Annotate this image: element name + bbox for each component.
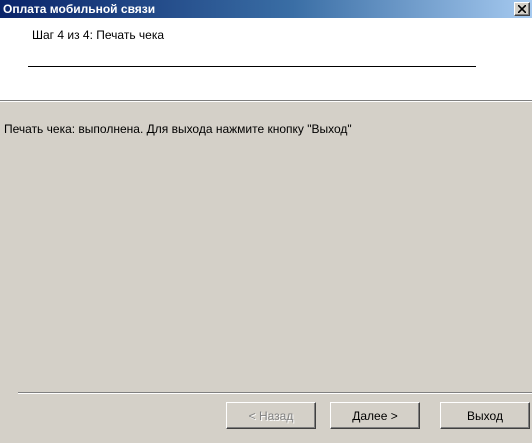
close-button[interactable] xyxy=(514,2,530,16)
wizard-window: Оплата мобильной связи Шаг 4 из 4: Печат… xyxy=(0,0,532,443)
back-button[interactable]: < Назад xyxy=(226,402,316,429)
wizard-header: Шаг 4 из 4: Печать чека xyxy=(0,18,532,100)
header-separator-highlight xyxy=(0,101,532,102)
step-title: Шаг 4 из 4: Печать чека xyxy=(32,28,165,42)
next-button[interactable]: Далее > xyxy=(330,402,420,429)
close-icon xyxy=(518,5,526,13)
step-title-underline xyxy=(28,66,476,67)
footer-separator-highlight xyxy=(18,393,532,394)
window-title: Оплата мобильной связи xyxy=(3,2,156,16)
exit-button[interactable]: Выход xyxy=(440,402,530,429)
title-bar[interactable]: Оплата мобильной связи xyxy=(0,0,532,18)
status-message: Печать чека: выполнена. Для выхода нажми… xyxy=(4,122,352,136)
